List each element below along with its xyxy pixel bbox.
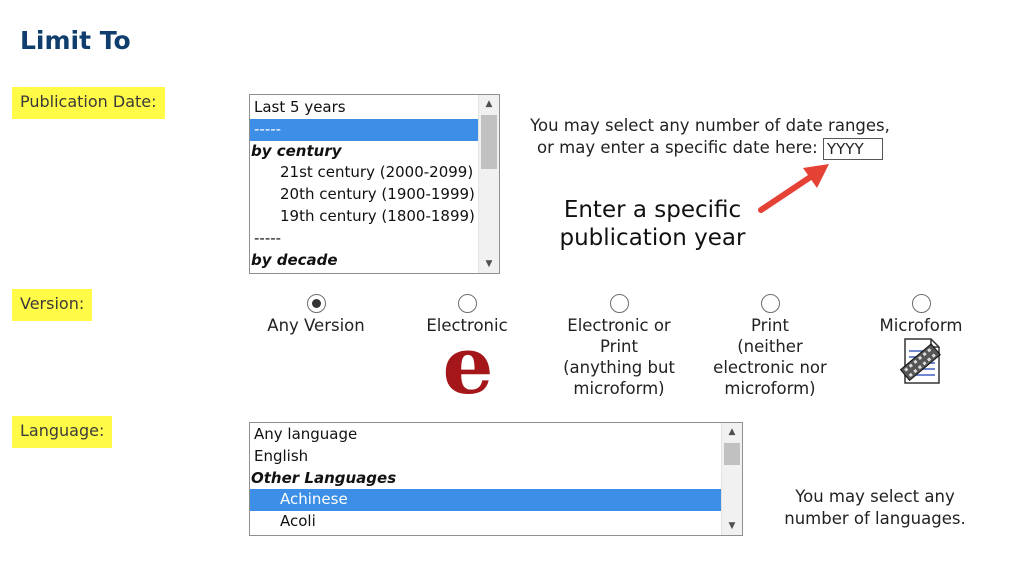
scroll-down-icon[interactable]: ▼ (479, 255, 499, 273)
annotation-callout: Enter a specific publication year (540, 196, 765, 252)
version-label-line: microform) (573, 379, 665, 398)
language-listbox-scrollbar[interactable]: ▲ ▼ (721, 423, 742, 535)
language-listbox[interactable]: Any language English Other Languages Achine… (249, 422, 743, 536)
version-option-label: Electronic or Print (anything but microform… (534, 315, 704, 399)
version-label-line: Any Version (267, 316, 365, 335)
date-option[interactable]: ----- (250, 228, 478, 250)
version-radio[interactable] (457, 294, 477, 313)
date-help-line1: You may select any number of date ranges… (530, 116, 890, 135)
scroll-thumb[interactable] (481, 115, 497, 169)
version-radio[interactable] (911, 294, 931, 313)
version-radio[interactable] (306, 294, 326, 313)
scroll-up-icon[interactable]: ▲ (722, 423, 742, 441)
language-option[interactable]: Any language (250, 424, 721, 446)
date-option[interactable]: 19th century (1800-1899) (250, 206, 478, 228)
version-label-line: Print (600, 337, 638, 356)
date-group-header: by century (251, 141, 342, 160)
version-radio[interactable] (609, 294, 629, 313)
language-group-header: Other Languages (251, 468, 397, 487)
microform-icon (836, 337, 1006, 389)
language-option[interactable]: English (250, 446, 721, 468)
electronic-e-icon: e (442, 318, 494, 412)
annotation-line1: Enter a specific (563, 197, 742, 223)
version-option-label: Print (neither electronic nor microform) (685, 315, 855, 399)
date-help-text: You may select any number of date ranges… (510, 115, 910, 160)
language-help-line1: You may select any (795, 487, 955, 506)
version-option[interactable]: Electronic or Print (anything but microform… (534, 294, 704, 399)
page-title: Limit To (20, 26, 131, 55)
date-option[interactable]: 21st century (2000-2099) (250, 162, 478, 184)
version-label-line: Microform (879, 316, 963, 335)
version-option[interactable]: Print (neither electronic nor microform) (685, 294, 855, 399)
version-label-line: (anything but (563, 358, 675, 377)
scroll-up-icon[interactable]: ▲ (479, 95, 499, 113)
version-option[interactable]: Microform (836, 294, 1006, 389)
version-label-line: microform) (724, 379, 816, 398)
version-label-line: (neither (737, 337, 803, 356)
date-group-header: by decade (251, 250, 338, 269)
language-option[interactable]: Acoli (250, 511, 721, 533)
annotation-arrow-icon (758, 164, 829, 213)
date-option[interactable]: 20th century (1900-1999) (250, 184, 478, 206)
language-help-text: You may select any number of languages. (760, 486, 990, 530)
language-option[interactable]: Achinese (250, 489, 721, 512)
version-option-label: Any Version (231, 315, 401, 336)
version-option[interactable]: Any Version (231, 294, 401, 336)
annotation-line2: publication year (559, 225, 746, 251)
version-label-line: Electronic or (567, 316, 671, 335)
date-listbox-scrollbar[interactable]: ▲ ▼ (478, 95, 499, 273)
version-label-line: Print (751, 316, 789, 335)
scroll-thumb[interactable] (724, 443, 740, 465)
language-label: Language: (12, 416, 113, 448)
version-radio[interactable] (760, 294, 780, 313)
date-option[interactable]: ----- (250, 118, 478, 141)
specific-date-input[interactable]: YYYY (822, 137, 883, 160)
publication-date-listbox[interactable]: Last 5 years ----- by century 21st century … (249, 94, 500, 274)
publication-date-label: Publication Date: (12, 87, 165, 119)
version-option[interactable]: Electronic e (382, 294, 552, 412)
version-option-label: Microform (836, 315, 1006, 336)
language-help-line2: number of languages. (784, 509, 966, 528)
date-help-line2: or may enter a specific date here: (537, 138, 818, 157)
version-label-line: electronic nor (713, 358, 827, 377)
version-label: Version: (12, 289, 93, 321)
scroll-down-icon[interactable]: ▼ (722, 517, 742, 535)
date-option[interactable]: Last 5 years (250, 97, 478, 119)
